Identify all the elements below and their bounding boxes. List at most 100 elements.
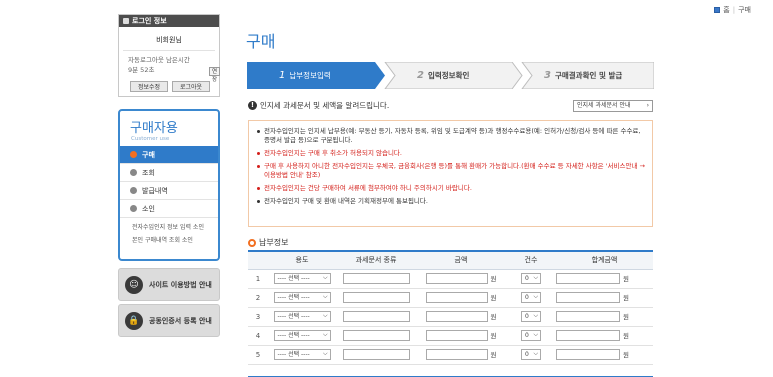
tax-doc-guide-button[interactable]: 인지세 과세문서 안내 › [573, 100, 653, 112]
doc-type-input[interactable] [342, 349, 410, 360]
login-user: 비회원님 [156, 36, 182, 44]
amount-input[interactable] [425, 349, 488, 361]
home-icon[interactable] [714, 7, 721, 13]
table-row: 1 ---- 선택 ---- 원 0 원 [248, 269, 653, 289]
timer-label: 자동로그아웃 남은시간 [128, 56, 190, 64]
menu-item-label: 소인 [142, 204, 155, 213]
lock-icon: 🔒 [125, 311, 143, 330]
guide-icon: ☺ [125, 275, 143, 294]
chevron-right-icon: › [646, 102, 649, 109]
purpose-select[interactable]: ---- 선택 ---- [273, 349, 331, 360]
notice-line: ! 인지세 과세문서 및 세액을 알려드립니다. [248, 100, 389, 111]
unit-label: 원 [490, 293, 497, 302]
count-select[interactable]: 0 [521, 273, 541, 284]
unit-label: 원 [623, 293, 629, 302]
bullet-icon [257, 187, 260, 190]
col-header-no [248, 250, 268, 270]
menu-item-purchase[interactable]: 구매 [120, 146, 218, 164]
count-select[interactable]: 0 [521, 349, 541, 360]
doc-type-input[interactable] [342, 273, 410, 284]
total-input[interactable] [556, 273, 620, 285]
row-number: 5 [248, 345, 268, 365]
info-item: 전자수입인지는 인지세 납부용(예: 부동산 등기, 자동차 등록, 위임 및 … [257, 127, 646, 145]
notice-text: 인지세 과세문서 및 세액을 알려드립니다. [260, 101, 390, 110]
login-header-label: 로그인 정보 [132, 17, 167, 25]
info-edit-button[interactable]: 정보수정 [130, 81, 168, 92]
step-indicator: 1 납부정보입력 2 입력정보확인 3 구매결과확인 및 발급 [247, 62, 654, 89]
table-row: 3 ---- 선택 ---- 원 0 원 [248, 307, 653, 327]
unit-label: 원 [623, 274, 629, 283]
buyer-menu: 구매자용 Customer use 구매 조회 발급내역 소인 전자수입인지 정… [118, 109, 220, 261]
menu-item-inquiry[interactable]: 조회 [120, 164, 218, 182]
step-number: 1 [279, 70, 286, 81]
doc-type-input[interactable] [342, 311, 410, 322]
unit-label: 원 [623, 331, 629, 340]
menu-item-label: 발급내역 [142, 186, 168, 195]
target-icon [248, 238, 256, 247]
lock-icon [123, 18, 129, 24]
site-guide-banner[interactable]: ☺ 사이트 이용방법 안내 [118, 268, 220, 301]
info-text: 구매 후 사용하지 아니한 전자수입인지는 우체국, 금융회사(은행 등)를 통… [264, 162, 645, 179]
row-number: 1 [248, 269, 268, 289]
count-select[interactable]: 0 [521, 292, 541, 303]
amount-input[interactable] [425, 292, 488, 304]
bullet-icon [130, 151, 137, 158]
purpose-select[interactable]: ---- 선택 ---- [273, 292, 331, 303]
purpose-select[interactable]: ---- 선택 ---- [273, 311, 331, 322]
total-input[interactable] [556, 349, 620, 361]
unit-label: 원 [490, 350, 497, 359]
step-label: 납부정보입력 [289, 71, 331, 80]
purpose-select[interactable]: ---- 선택 ---- [273, 273, 331, 284]
doc-type-input[interactable] [342, 330, 410, 341]
table-row: 4 ---- 선택 ---- 원 0 원 [248, 326, 653, 346]
amount-input[interactable] [425, 273, 488, 285]
purpose-select[interactable]: ---- 선택 ---- [273, 330, 331, 341]
extend-button[interactable]: 연장 [209, 67, 221, 83]
info-item: 전자수입인지는 건당 구매하여 서류에 첨부하여야 하니 주의하시기 바랍니다. [257, 184, 646, 193]
table-row: 2 ---- 선택 ---- 원 0 원 [248, 288, 653, 308]
info-item: 전자수입인지 구매 및 환매 내역은 기획재정부에 통보됩니다. [257, 197, 646, 206]
info-text: 전자수입인지는 인지세 납부용(예: 부동산 등기, 자동차 등록, 위임 및 … [264, 127, 641, 144]
bullet-icon [257, 130, 260, 133]
info-text: 전자수입인지 구매 및 환매 내역은 기획재정부에 통보됩니다. [264, 197, 428, 205]
unit-label: 원 [623, 350, 629, 359]
menu-item-label: 조회 [142, 168, 155, 177]
logout-button[interactable]: 로그아웃 [172, 81, 210, 92]
count-select[interactable]: 0 [521, 330, 541, 341]
payment-section-title: 납부정보 [248, 237, 288, 248]
step-2: 2 입력정보확인 [417, 62, 469, 89]
col-header-amount: 금액 [416, 250, 506, 270]
section-title-label: 납부정보 [259, 238, 289, 247]
total-input[interactable] [556, 311, 620, 323]
menu-item-cancel[interactable]: 소인 [120, 200, 218, 218]
timer-value: 9분 52초 [128, 66, 155, 74]
unit-label: 원 [490, 331, 497, 340]
table-row: 5 ---- 선택 ---- 원 0 원 [248, 345, 653, 365]
cert-guide-banner[interactable]: 🔒 공동인증서 등록 안내 [118, 304, 220, 337]
login-header: 로그인 정보 [119, 15, 219, 27]
menu-item-history[interactable]: 발급내역 [120, 182, 218, 200]
sub-link-history-cancel[interactable]: 본인 구매내역 조회 소인 [132, 236, 218, 245]
menu-title: 구매자용 [130, 121, 178, 136]
total-input[interactable] [556, 292, 620, 304]
col-header-count: 건수 [506, 250, 556, 270]
page-title: 구매 [246, 32, 276, 51]
amount-input[interactable] [425, 330, 488, 342]
bullet-icon [257, 165, 260, 168]
sub-link-input-cancel[interactable]: 전자수입인지 정보 입력 소인 [132, 223, 218, 232]
info-box: 전자수입인지는 인지세 납부용(예: 부동산 등기, 자동차 등록, 위임 및 … [248, 120, 653, 227]
unit-label: 원 [490, 312, 497, 321]
amount-input[interactable] [425, 311, 488, 323]
row-number: 2 [248, 288, 268, 308]
login-info-box: 로그인 정보 비회원님 자동로그아웃 남은시간 9분 52초 연장 정보수정 로… [118, 14, 221, 97]
home-link[interactable]: 홈 [723, 5, 729, 15]
count-select[interactable]: 0 [521, 311, 541, 322]
info-text: 전자수입인지는 구매 후 취소가 허용되지 않습니다. [264, 149, 402, 157]
breadcrumb-current: 구매 [738, 6, 751, 14]
info-text: 전자수입인지는 건당 구매하여 서류에 첨부하여야 하니 주의하시기 바랍니다. [264, 184, 472, 192]
total-input[interactable] [556, 330, 620, 342]
bullet-icon [257, 152, 260, 155]
banner-label: 공동인증서 등록 안내 [149, 316, 212, 325]
doc-type-input[interactable] [342, 292, 410, 303]
row-number: 3 [248, 307, 268, 327]
